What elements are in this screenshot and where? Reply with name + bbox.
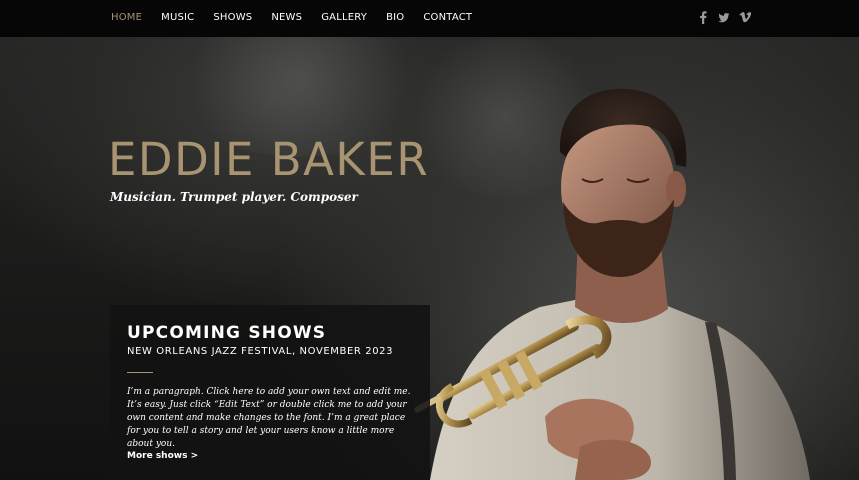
artist-tagline: Musician. Trumpet player. Composer bbox=[110, 190, 358, 204]
nav-item-bio[interactable]: BIO bbox=[386, 12, 404, 23]
nav-item-news[interactable]: NEWS bbox=[271, 12, 302, 23]
nav-item-music[interactable]: MUSIC bbox=[161, 12, 194, 23]
top-navigation-bar: HOME MUSIC SHOWS NEWS GALLERY BIO CONTAC… bbox=[0, 0, 859, 37]
main-nav: HOME MUSIC SHOWS NEWS GALLERY BIO CONTAC… bbox=[111, 12, 491, 23]
nav-item-home[interactable]: HOME bbox=[111, 12, 142, 23]
twitter-icon[interactable] bbox=[718, 11, 730, 24]
upcoming-shows-panel: UPCOMING SHOWS NEW ORLEANS JAZZ FESTIVAL… bbox=[110, 305, 430, 480]
hero-section: EDDIE BAKER Musician. Trumpet player. Co… bbox=[0, 37, 859, 480]
artist-name-heading: EDDIE BAKER bbox=[108, 133, 430, 186]
nav-item-shows[interactable]: SHOWS bbox=[213, 12, 252, 23]
upcoming-shows-subtitle: NEW ORLEANS JAZZ FESTIVAL, NOVEMBER 2023 bbox=[127, 346, 394, 357]
more-shows-link[interactable]: More shows > bbox=[127, 451, 198, 461]
upcoming-shows-title: UPCOMING SHOWS bbox=[127, 323, 327, 343]
nav-item-gallery[interactable]: GALLERY bbox=[321, 12, 367, 23]
nav-item-contact[interactable]: CONTACT bbox=[423, 12, 472, 23]
facebook-icon[interactable] bbox=[697, 11, 709, 24]
social-links bbox=[697, 11, 751, 24]
gold-divider bbox=[127, 372, 153, 373]
upcoming-shows-paragraph[interactable]: I’m a paragraph. Click here to add your … bbox=[127, 386, 417, 451]
vimeo-icon[interactable] bbox=[739, 11, 751, 24]
ear-shape bbox=[666, 171, 686, 207]
